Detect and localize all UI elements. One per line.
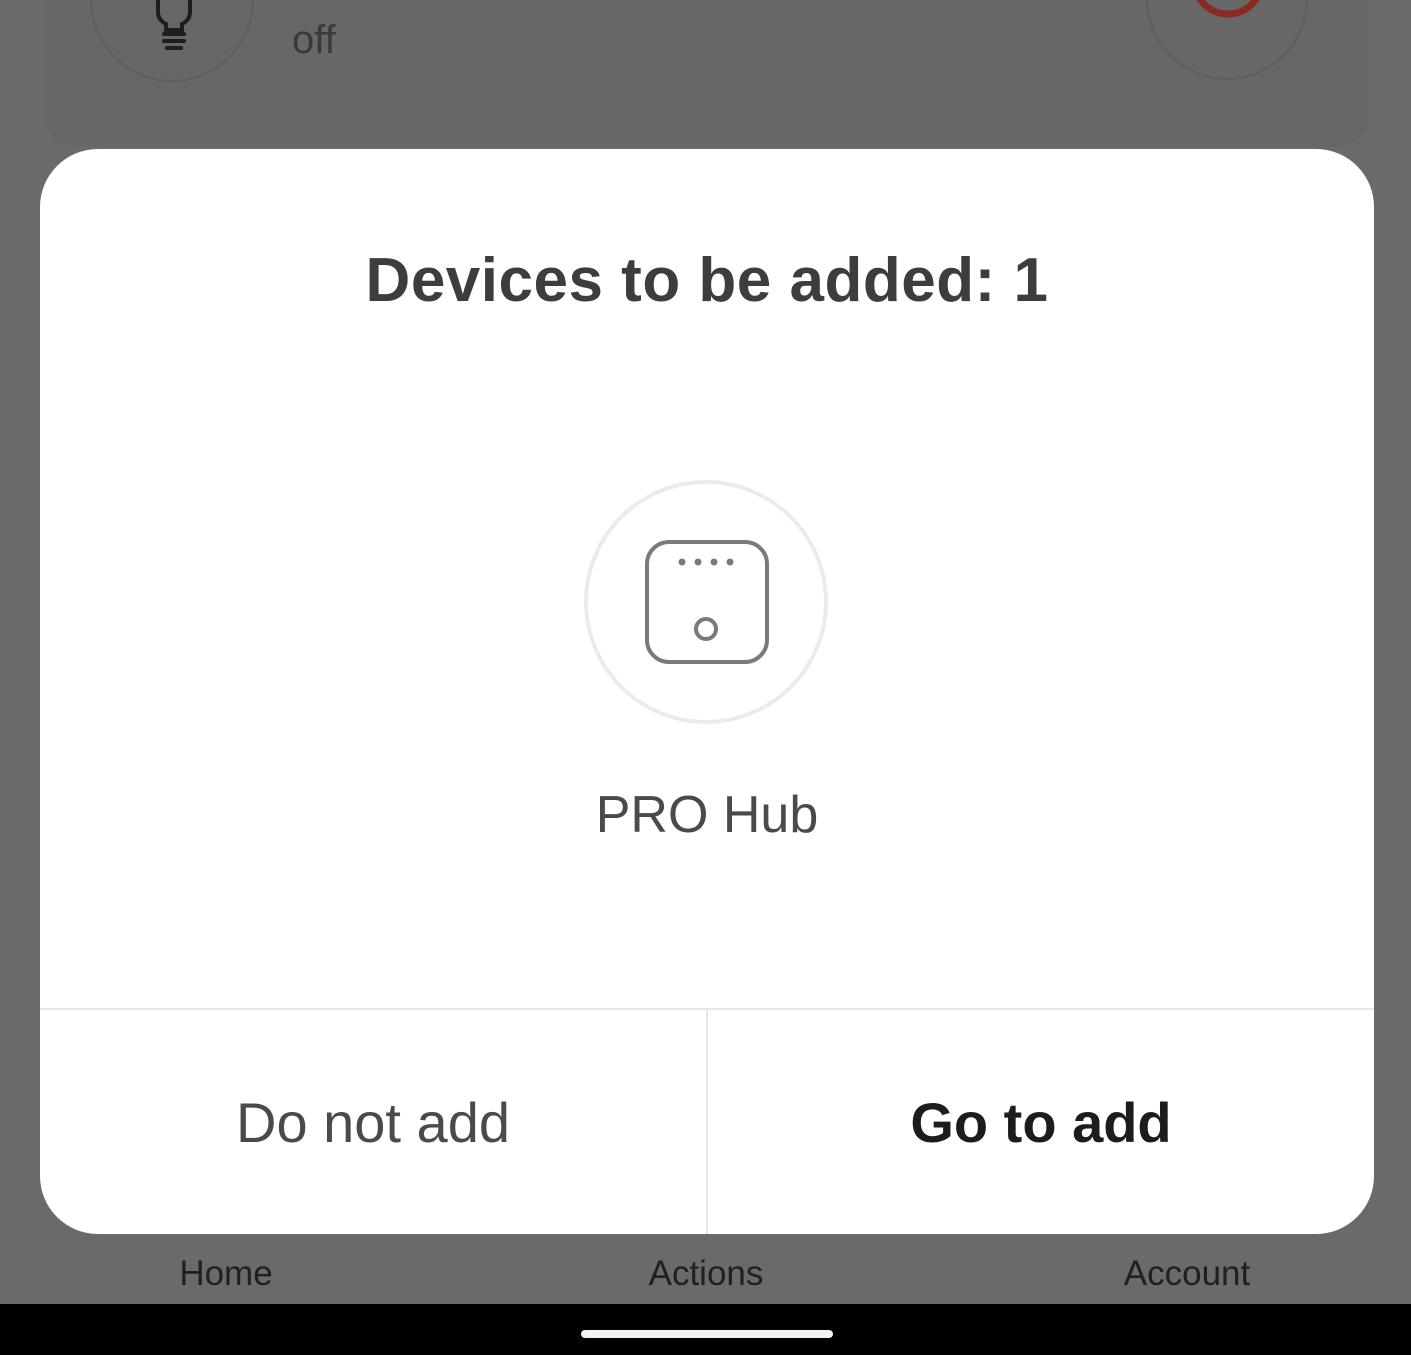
lightbulb-icon (156, 0, 192, 50)
gesture-handle[interactable] (581, 1330, 833, 1338)
nav-actions[interactable]: Actions (649, 1254, 764, 1294)
add-devices-dialog: Devices to be added: 1 PRO Hub Do not ad… (40, 149, 1374, 1234)
hub-icon (645, 540, 769, 664)
device-status: off (292, 18, 336, 62)
go-to-add-button[interactable]: Go to add (708, 1010, 1374, 1234)
nav-account[interactable]: Account (1124, 1254, 1250, 1294)
dialog-title: Devices to be added: 1 (365, 246, 1049, 315)
do-not-add-button[interactable]: Do not add (40, 1010, 706, 1234)
device-name: PRO Hub (595, 786, 819, 844)
power-icon (1196, 0, 1260, 18)
nav-home[interactable]: Home (179, 1254, 272, 1294)
